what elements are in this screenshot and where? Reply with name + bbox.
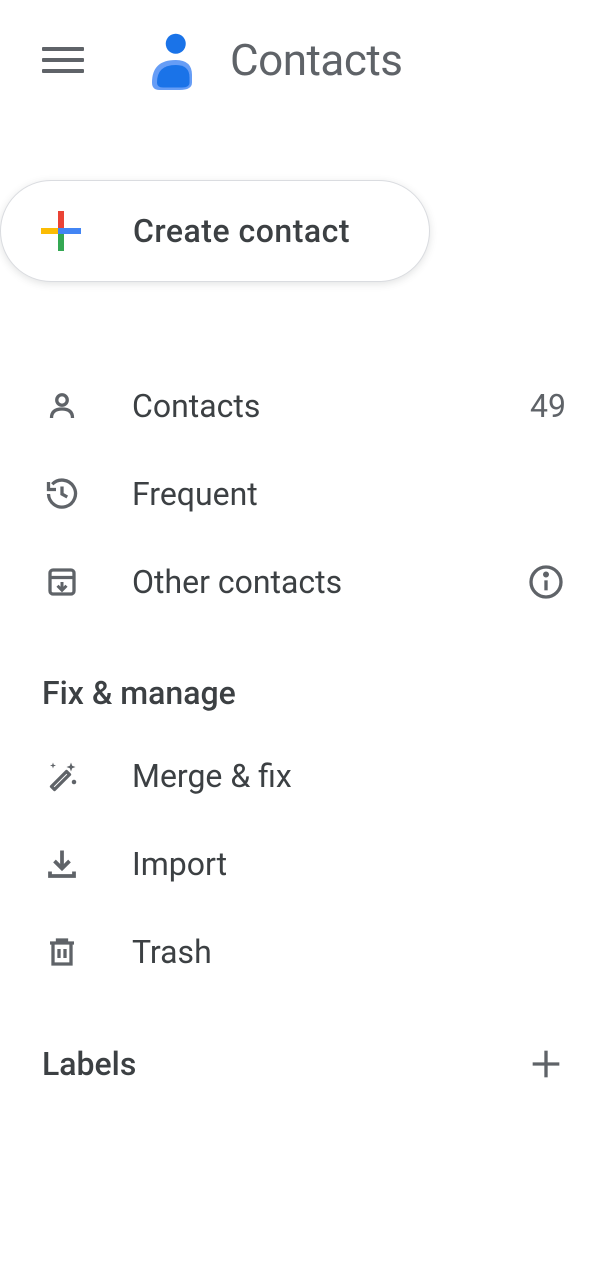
nav-item-other-contacts[interactable]: Other contacts (42, 538, 566, 626)
nav-label: Import (132, 845, 566, 883)
section-labels: Labels (0, 996, 608, 1104)
info-icon[interactable] (526, 562, 566, 602)
magic-wand-icon (42, 756, 82, 796)
app-title: Contacts (230, 34, 403, 86)
section-fix-manage: Fix & manage (0, 626, 608, 732)
nav-label: Merge & fix (132, 757, 566, 795)
nav-label: Trash (132, 933, 566, 971)
nav-item-frequent[interactable]: Frequent (42, 450, 566, 538)
person-icon (42, 386, 82, 426)
download-icon (42, 844, 82, 884)
nav-fix-manage: Merge & fix Import Trash (0, 732, 608, 996)
nav-item-contacts[interactable]: Contacts 49 (42, 362, 566, 450)
plus-icon (37, 207, 85, 255)
nav-count: 49 (530, 387, 566, 425)
nav-label: Other contacts (132, 563, 476, 601)
app-header: Contacts (0, 0, 608, 120)
nav-item-merge-fix[interactable]: Merge & fix (42, 732, 566, 820)
nav-label: Contacts (132, 387, 480, 425)
nav-main: Contacts 49 Frequent Other contacts (0, 362, 608, 626)
contacts-logo-icon (142, 30, 202, 90)
nav-item-import[interactable]: Import (42, 820, 566, 908)
archive-icon (42, 562, 82, 602)
add-label-button[interactable] (526, 1044, 566, 1084)
create-contact-button[interactable]: Create contact (0, 180, 430, 282)
trash-icon (42, 932, 82, 972)
nav-label: Frequent (132, 475, 566, 513)
history-icon (42, 474, 82, 514)
nav-item-trash[interactable]: Trash (42, 908, 566, 996)
menu-icon[interactable] (42, 47, 84, 73)
create-contact-label: Create contact (133, 212, 350, 250)
labels-title: Labels (42, 1045, 136, 1083)
logo-section: Contacts (142, 30, 403, 90)
